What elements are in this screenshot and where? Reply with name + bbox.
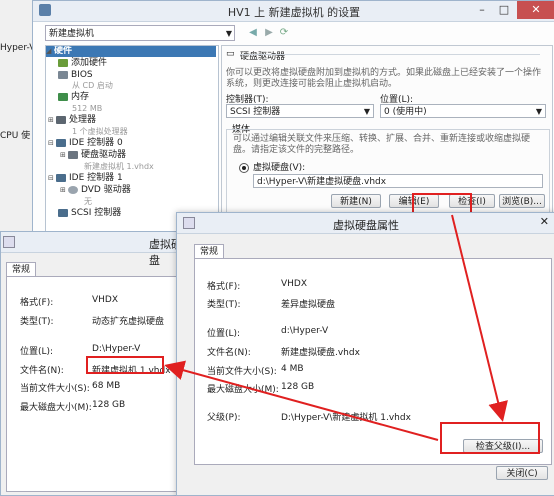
annotation-arrows <box>164 214 508 441</box>
arrow-to-inspect-parent <box>451 214 508 422</box>
arrow-to-filename <box>164 360 439 441</box>
